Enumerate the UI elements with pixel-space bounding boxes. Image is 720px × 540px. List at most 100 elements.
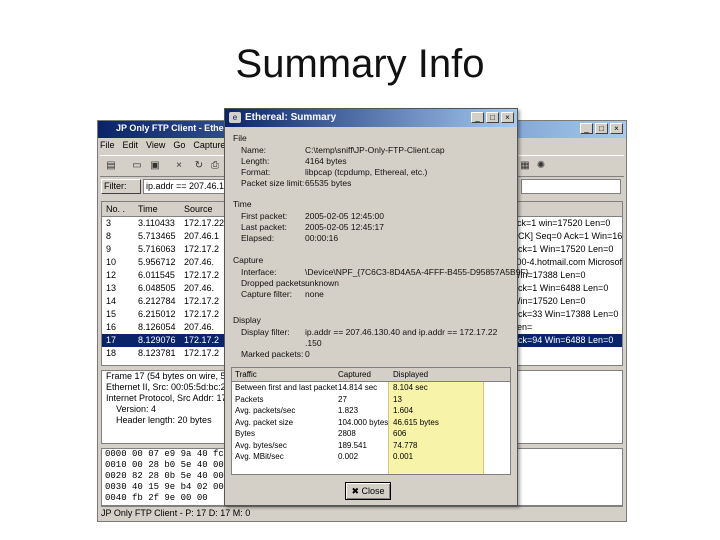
col-source[interactable]: Source [184, 204, 213, 214]
packet-no: 8 [106, 231, 112, 241]
packet-info: Win=17520 Len=0 [512, 296, 586, 306]
packet-info: ack=1 win=17520 Len=0 [512, 218, 611, 228]
packet-no: 10 [106, 257, 117, 267]
packet-time: 8.129076 [138, 335, 176, 345]
traffic-displayed: 46.615 bytes [393, 417, 439, 427]
packet-info: Ack=33 Win=17388 Len=0 [512, 309, 619, 319]
dialog-title: Ethereal: Summary [245, 112, 337, 123]
traffic-displayed: 13 [393, 394, 402, 404]
packet-time: 3.110433 [138, 218, 175, 228]
file-name-value: C:\temp\sniff\JP-Only-FTP-Client.cap [305, 145, 445, 155]
close-file-icon[interactable]: × [172, 159, 186, 172]
packet-time: 5.713465 [138, 231, 176, 241]
traffic-row: Between first and last packet 14.814 sec 8… [232, 382, 510, 394]
capture-filter-label: Capture filter: [241, 289, 293, 299]
file-format-value: libpcap (tcpdump, Ethereal, etc.) [305, 167, 428, 177]
packet-src: 207.46. [184, 322, 215, 332]
first-packet-label: First packet: [241, 211, 288, 221]
marked-label: Marked packets: [241, 349, 304, 359]
minimize-button[interactable]: _ [580, 123, 593, 134]
header-traffic: Traffic [235, 370, 257, 379]
col-time[interactable]: Time [138, 204, 158, 214]
dialog-close-button[interactable]: × [501, 112, 514, 123]
marked-value: 0 [305, 349, 310, 359]
close-dialog-button[interactable]: ✖ Close [345, 482, 391, 500]
filter-button[interactable]: Filter: [101, 179, 141, 194]
reload-icon[interactable]: ↻ [192, 159, 206, 172]
packet-no: 14 [106, 296, 117, 306]
ethereal-app-icon: e [229, 112, 241, 123]
packet-info: Ack=94 Win=6488 Len=0 [512, 335, 614, 345]
traffic-row: Packets 27 13 [232, 394, 510, 406]
menu-capture[interactable]: Capture [193, 140, 225, 150]
traffic-displayed: 74.778 [393, 440, 418, 450]
print-icon[interactable]: ⎙ [208, 159, 222, 172]
traffic-label: Bytes [235, 429, 256, 438]
dropped-value: unknown [305, 278, 340, 288]
capture-filter-value: none [305, 289, 324, 299]
summary-dialog: e Ethereal: Summary _ □ × File Name: C:\… [224, 108, 528, 506]
packet-time: 6.215012 [138, 309, 176, 319]
main-window-title: JP Only FTP Client - Ethereal [116, 123, 240, 133]
traffic-displayed: 1.604 [393, 406, 414, 415]
open-icon[interactable]: ▭ [130, 159, 144, 172]
packet-no: 9 [106, 244, 112, 254]
header-captured: Captured [338, 370, 371, 379]
traffic-label: Avg. packets/sec [235, 406, 296, 415]
packet-no: 17 [106, 335, 117, 345]
traffic-header: Traffic Captured Displayed [232, 368, 510, 382]
traffic-table: Traffic Captured Displayed Between first… [231, 367, 511, 475]
traffic-row: Avg. bytes/sec 189.541 74.778 [232, 440, 510, 452]
close-button-label: Close [361, 486, 385, 496]
snaplen-value: 65535 bytes [305, 178, 352, 188]
interface-label: Interface: [241, 267, 277, 277]
group-title-file: File [233, 133, 247, 143]
elapsed-value: 00:00:16 [305, 233, 339, 243]
packet-src: 172.17.2 [184, 270, 220, 280]
last-packet-value: 2005-02-05 12:45:17 [305, 222, 384, 232]
group-title-display: Display [233, 315, 261, 325]
traffic-label: Between first and last packet [235, 383, 338, 392]
menu-view[interactable]: View [146, 140, 165, 150]
packet-src: 207.46.1 [184, 231, 220, 241]
display-filter-label: Display filter: [241, 327, 290, 337]
dialog-minimize-button[interactable]: _ [471, 112, 484, 123]
packet-src: 172.17.2 [184, 335, 220, 345]
traffic-captured: 189.541 [338, 440, 367, 450]
dropped-label: Dropped packets: [241, 278, 308, 288]
file-format-label: Format: [241, 167, 271, 177]
maximize-button[interactable]: □ [595, 123, 608, 134]
packet-src: 172.17.22 [184, 218, 225, 228]
packet-info: Ack=1 Win=17520 Len=0 [512, 244, 614, 254]
display-filter-value: ip.addr == 207.46.130.40 and ip.addr == … [305, 327, 498, 337]
interface-value: \Device\NPF_{7C6C3-8D4A5A-4FFF-B455-D958… [305, 267, 529, 277]
file-name-label: Name: [241, 145, 267, 155]
status-bar: JP Only FTP Client - P: 17 D: 17 M: 0 [101, 506, 623, 519]
traffic-row: Bytes 2808 606 [232, 428, 510, 440]
filter-expression-field[interactable] [521, 179, 621, 194]
filter-input[interactable]: ip.addr == 207.46.130.0 [143, 179, 229, 194]
display-filter-value-cont: .150 [305, 338, 322, 348]
coloring-icon[interactable]: ▦ [518, 159, 532, 172]
close-button[interactable]: × [610, 123, 623, 134]
menu-go[interactable]: Go [173, 140, 185, 150]
dialog-titlebar[interactable]: e Ethereal: Summary _ □ × [225, 109, 517, 127]
menu-file[interactable]: File [100, 140, 115, 150]
header-displayed: Displayed [393, 370, 429, 379]
packet-src: 172.17.2 [184, 348, 220, 358]
save-icon[interactable]: ▣ [148, 159, 162, 172]
col-no[interactable]: No. . [106, 204, 125, 214]
snaplen-label: Packet size limit: [241, 178, 305, 188]
traffic-label: Avg. bytes/sec [235, 440, 287, 450]
traffic-label: Packets [235, 394, 264, 404]
traffic-row: Avg. packet size 104.000 bytes 46.615 byte… [232, 417, 510, 429]
help-icon[interactable]: ✺ [534, 159, 548, 172]
group-title-capture: Capture [233, 255, 264, 265]
elapsed-label: Elapsed: [241, 233, 275, 243]
menu-edit[interactable]: Edit [123, 140, 139, 150]
dialog-maximize-button[interactable]: □ [486, 112, 499, 123]
packet-no: 15 [106, 309, 117, 319]
traffic-row: Avg. MBit/sec 0.002 0.001 [232, 451, 510, 463]
packet-info: c00-4.hotmail.com Microsoft [512, 257, 623, 267]
interfaces-icon[interactable]: ▤ [104, 159, 118, 172]
